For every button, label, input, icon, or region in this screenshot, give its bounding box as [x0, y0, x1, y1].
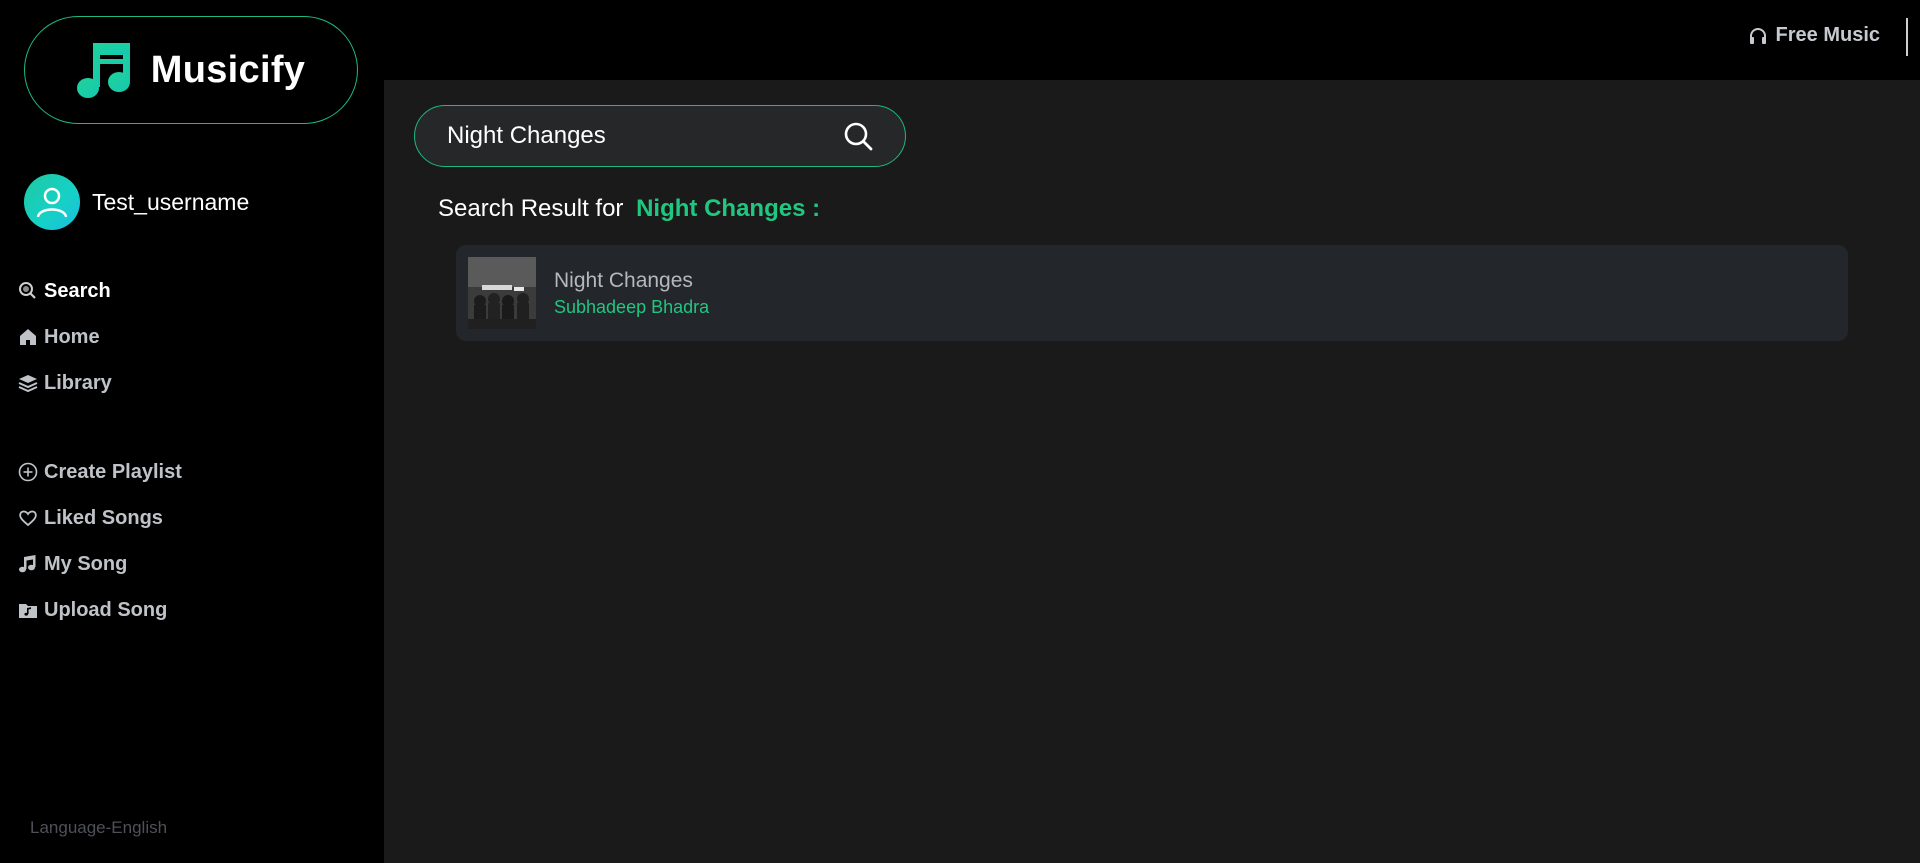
- search-bar[interactable]: [414, 105, 906, 167]
- avatar[interactable]: [24, 174, 80, 230]
- search-input[interactable]: [445, 121, 841, 151]
- nav-item-liked-songs[interactable]: Liked Songs: [18, 495, 182, 541]
- main-content: Search Result for Night Changes : Nig: [384, 80, 1920, 863]
- music-folder-icon: [19, 604, 37, 618]
- nav-item-upload-song[interactable]: Upload Song: [18, 587, 182, 633]
- free-music-label: Free Music: [1775, 24, 1880, 46]
- nav-label-search: Search: [44, 279, 111, 302]
- music-note-logo-icon: [76, 43, 130, 98]
- nav-item-home[interactable]: Home: [18, 314, 112, 360]
- top-bar: Free Music: [384, 0, 1920, 80]
- album-cover-image: [468, 257, 536, 329]
- result-heading-prefix: Search Result for: [438, 195, 624, 222]
- user-profile[interactable]: Test_username: [24, 174, 249, 230]
- search-result-heading: Search Result for Night Changes :: [438, 195, 820, 223]
- nav-item-create-playlist[interactable]: Create Playlist: [18, 449, 182, 495]
- app-name: Musicify: [150, 48, 306, 91]
- search-icon: [844, 122, 873, 151]
- nav-item-my-song[interactable]: My Song: [18, 541, 182, 587]
- nav-item-library[interactable]: Library: [18, 360, 112, 406]
- free-music-link[interactable]: Free Music: [1748, 24, 1880, 47]
- song-result-row[interactable]: Night Changes Subhadeep Bhadra: [456, 245, 1848, 341]
- primary-nav: Search Home Library: [18, 268, 112, 406]
- song-info: Night Changes Subhadeep Bhadra: [554, 269, 709, 318]
- username: Test_username: [92, 188, 250, 215]
- plus-circle-icon: [18, 462, 38, 482]
- sidebar: Musicify Test_username Search Home Libra…: [0, 0, 384, 863]
- search-icon: [19, 282, 36, 299]
- secondary-nav: Create Playlist Liked Songs My Song Uplo…: [18, 449, 182, 633]
- song-artist[interactable]: Subhadeep Bhadra: [554, 297, 709, 318]
- home-icon: [20, 329, 36, 345]
- album-art[interactable]: [468, 257, 536, 329]
- heart-icon: [19, 510, 37, 527]
- nav-label-library: Library: [44, 371, 112, 394]
- nav-item-search[interactable]: Search: [18, 268, 112, 314]
- music-note-icon: [19, 555, 36, 573]
- topbar-divider: [1906, 18, 1908, 56]
- nav-label-liked-songs: Liked Songs: [44, 506, 163, 529]
- headphones-icon: [1749, 27, 1766, 44]
- result-heading-term: Night Changes :: [636, 195, 821, 222]
- nav-label-upload-song: Upload Song: [44, 598, 168, 621]
- layers-icon: [18, 375, 38, 393]
- app-logo[interactable]: Musicify: [24, 16, 358, 124]
- nav-label-my-song: My Song: [44, 552, 128, 575]
- language-selector[interactable]: Language-English: [30, 818, 167, 838]
- nav-label-create-playlist: Create Playlist: [44, 460, 182, 483]
- song-title[interactable]: Night Changes: [554, 269, 709, 293]
- nav-label-home: Home: [44, 325, 100, 348]
- user-icon: [36, 187, 68, 218]
- search-button[interactable]: [841, 119, 875, 153]
